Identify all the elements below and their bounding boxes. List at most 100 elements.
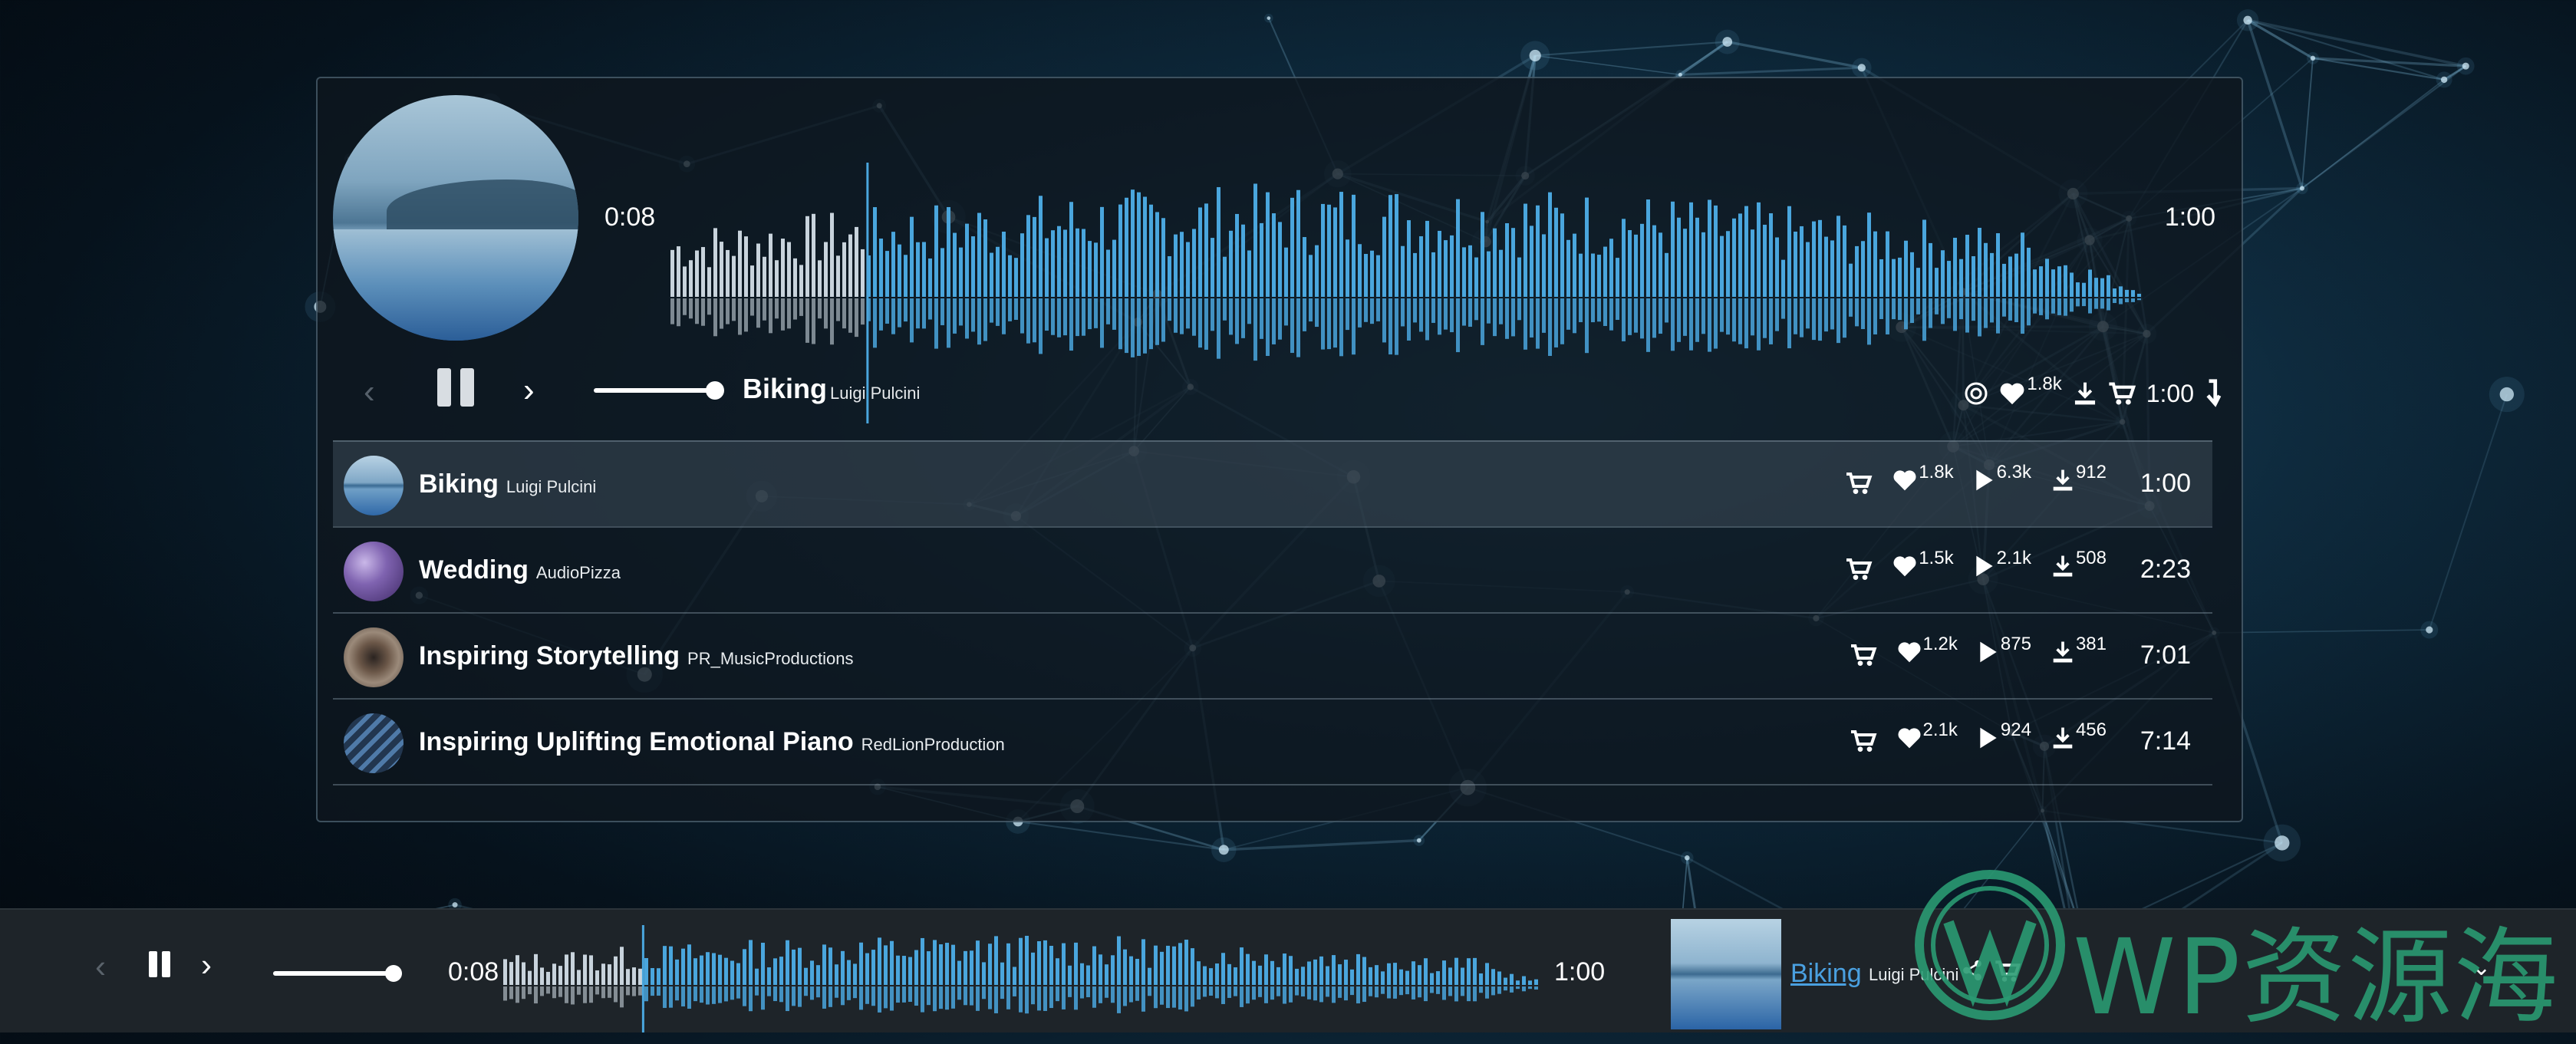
repeat-icon[interactable] xyxy=(1964,381,1988,406)
waveform-bar-reflection xyxy=(595,986,599,994)
waveform-bar xyxy=(1579,254,1583,297)
track-title[interactable]: Inspiring Uplifting Emotional PianoRedLi… xyxy=(419,727,1005,757)
waveform-bar-reflection xyxy=(1154,986,1158,1008)
track-title[interactable]: BikingLuigi Pulcini xyxy=(419,469,596,499)
track-row[interactable]: WeddingAudioPizza 1.5k 2.1k 508 2:23 xyxy=(333,526,2212,612)
like-button[interactable]: 1.5k xyxy=(1892,555,1953,584)
waveform-bar xyxy=(1191,948,1194,985)
waveform-bar xyxy=(1056,958,1059,985)
waveform-bar-reflection xyxy=(871,986,875,1006)
cart-icon[interactable] xyxy=(1845,471,1873,496)
waveform-bar-reflection xyxy=(1272,298,1276,344)
waveform-bar-reflection xyxy=(1260,298,1263,339)
bar-pause-button[interactable] xyxy=(149,951,172,977)
waveform-bar-reflection xyxy=(2088,298,2092,314)
waveform-bar xyxy=(565,954,568,985)
cart-icon[interactable] xyxy=(2108,380,2136,407)
like-count: 1.8k xyxy=(2027,374,2061,395)
waveform-bar xyxy=(1168,256,1171,297)
volume-knob[interactable] xyxy=(706,381,724,400)
track-thumbnail xyxy=(344,713,404,773)
waveform-bar-reflection xyxy=(1387,986,1391,999)
track-title[interactable]: WeddingAudioPizza xyxy=(419,555,621,585)
waveform-bar-reflection xyxy=(1088,298,1092,329)
wordpress-logo-icon xyxy=(1913,868,2067,1022)
waveform-bar xyxy=(2107,275,2110,297)
waveform-bar-reflection xyxy=(1076,298,1079,336)
waveform-bar xyxy=(1916,268,1920,297)
like-button[interactable]: 2.1k xyxy=(1897,726,1958,756)
download-button[interactable]: 456 xyxy=(2051,726,2107,756)
like-button[interactable]: 1.8k xyxy=(1892,469,1953,498)
waveform-bar-reflection xyxy=(1757,298,1761,351)
waveform-bar-reflection xyxy=(2051,298,2055,314)
download-button[interactable]: 508 xyxy=(2051,554,2107,585)
waveform-bar xyxy=(1148,968,1151,985)
previous-button[interactable]: ‹ xyxy=(364,373,375,411)
bar-volume-slider[interactable] xyxy=(273,971,396,976)
waveform-bar-reflection xyxy=(1283,986,1286,1004)
waveform-bar xyxy=(1192,229,1196,297)
bar-track-title[interactable]: Biking xyxy=(1790,959,1862,989)
waveform-bar xyxy=(1462,247,1466,297)
like-button[interactable]: 1.2k xyxy=(1897,641,1958,670)
track-row[interactable]: Inspiring Uplifting Emotional PianoRedLi… xyxy=(333,698,2212,784)
download-button[interactable]: 381 xyxy=(2051,640,2107,670)
track-duration: 1:00 xyxy=(2137,469,2191,499)
waveform-bar-reflection xyxy=(1063,298,1067,335)
waveform-bar-reflection xyxy=(1350,986,1354,995)
waveform-bar-reflection xyxy=(1554,298,1558,347)
waveform-bar-reflection xyxy=(1211,298,1214,331)
waveform-bar xyxy=(1511,228,1515,297)
waveform-bar-reflection xyxy=(1049,986,1053,1008)
waveform-bar-reflection xyxy=(724,986,728,1001)
waveform-bar-reflection xyxy=(994,986,998,1013)
waveform-bar-reflection xyxy=(1197,986,1201,1000)
pause-button[interactable] xyxy=(437,368,476,407)
waveform-bar-reflection xyxy=(1431,298,1435,323)
bar-next-button[interactable]: › xyxy=(201,947,212,983)
waveform-bar xyxy=(1346,239,1349,297)
waveform-bar xyxy=(1424,958,1428,985)
bar-previous-button[interactable]: ‹ xyxy=(95,948,106,985)
track-row[interactable]: BikingLuigi Pulcini 1.8k 6.3k 912 1:00 xyxy=(333,440,2212,526)
waveform-bar-reflection xyxy=(2045,298,2049,319)
waveform-bar xyxy=(1002,232,1006,297)
waveform-bar xyxy=(1861,241,1865,297)
cart-icon[interactable] xyxy=(1850,729,1877,753)
waveform-bar xyxy=(1818,220,1822,297)
waveform-bar-reflection xyxy=(1671,298,1675,351)
playhead-cursor[interactable] xyxy=(642,925,644,1032)
waveform-bar xyxy=(2094,278,2098,297)
waveform-bar-reflection xyxy=(1781,298,1785,319)
waveform-bar-reflection xyxy=(1321,298,1325,350)
track-row[interactable]: Inspiring StorytellingPR_MusicProduction… xyxy=(333,612,2212,698)
waveform-bar-reflection xyxy=(773,986,777,1001)
waveform-bar xyxy=(1184,940,1188,985)
waveform-bar-reflection xyxy=(1094,298,1098,328)
waveform-bar xyxy=(1510,974,1514,985)
cart-icon[interactable] xyxy=(1845,557,1873,581)
waveform-bar xyxy=(1597,255,1601,297)
waveform-bar-reflection xyxy=(1462,298,1466,326)
next-button[interactable]: › xyxy=(523,371,535,410)
download-button[interactable]: 912 xyxy=(2051,468,2107,499)
bar-volume-knob[interactable] xyxy=(385,965,402,982)
waveform-bar-reflection xyxy=(1080,986,1084,999)
like-button[interactable]: 1.8k xyxy=(1999,381,2061,406)
waveform-bar xyxy=(824,242,828,297)
play-count-value: 2.1k xyxy=(1997,548,2031,569)
waveform-bar-reflection xyxy=(847,986,851,1000)
now-playing-artist: Luigi Pulcini xyxy=(830,384,920,403)
bar-waveform-seekbar[interactable] xyxy=(503,925,1539,1032)
waveform-bar-reflection xyxy=(644,986,648,1001)
waveform-bar-reflection xyxy=(1149,298,1153,349)
volume-slider[interactable] xyxy=(594,388,716,393)
track-title[interactable]: Inspiring StorytellingPR_MusicProduction… xyxy=(419,641,853,671)
waveform-bar xyxy=(1695,218,1699,297)
waveform-bar-reflection xyxy=(1505,298,1509,339)
waveform-bar xyxy=(1395,194,1398,297)
download-icon[interactable] xyxy=(2073,380,2097,407)
cart-icon[interactable] xyxy=(1850,643,1877,667)
sort-arrow-icon[interactable] xyxy=(2205,379,2222,408)
